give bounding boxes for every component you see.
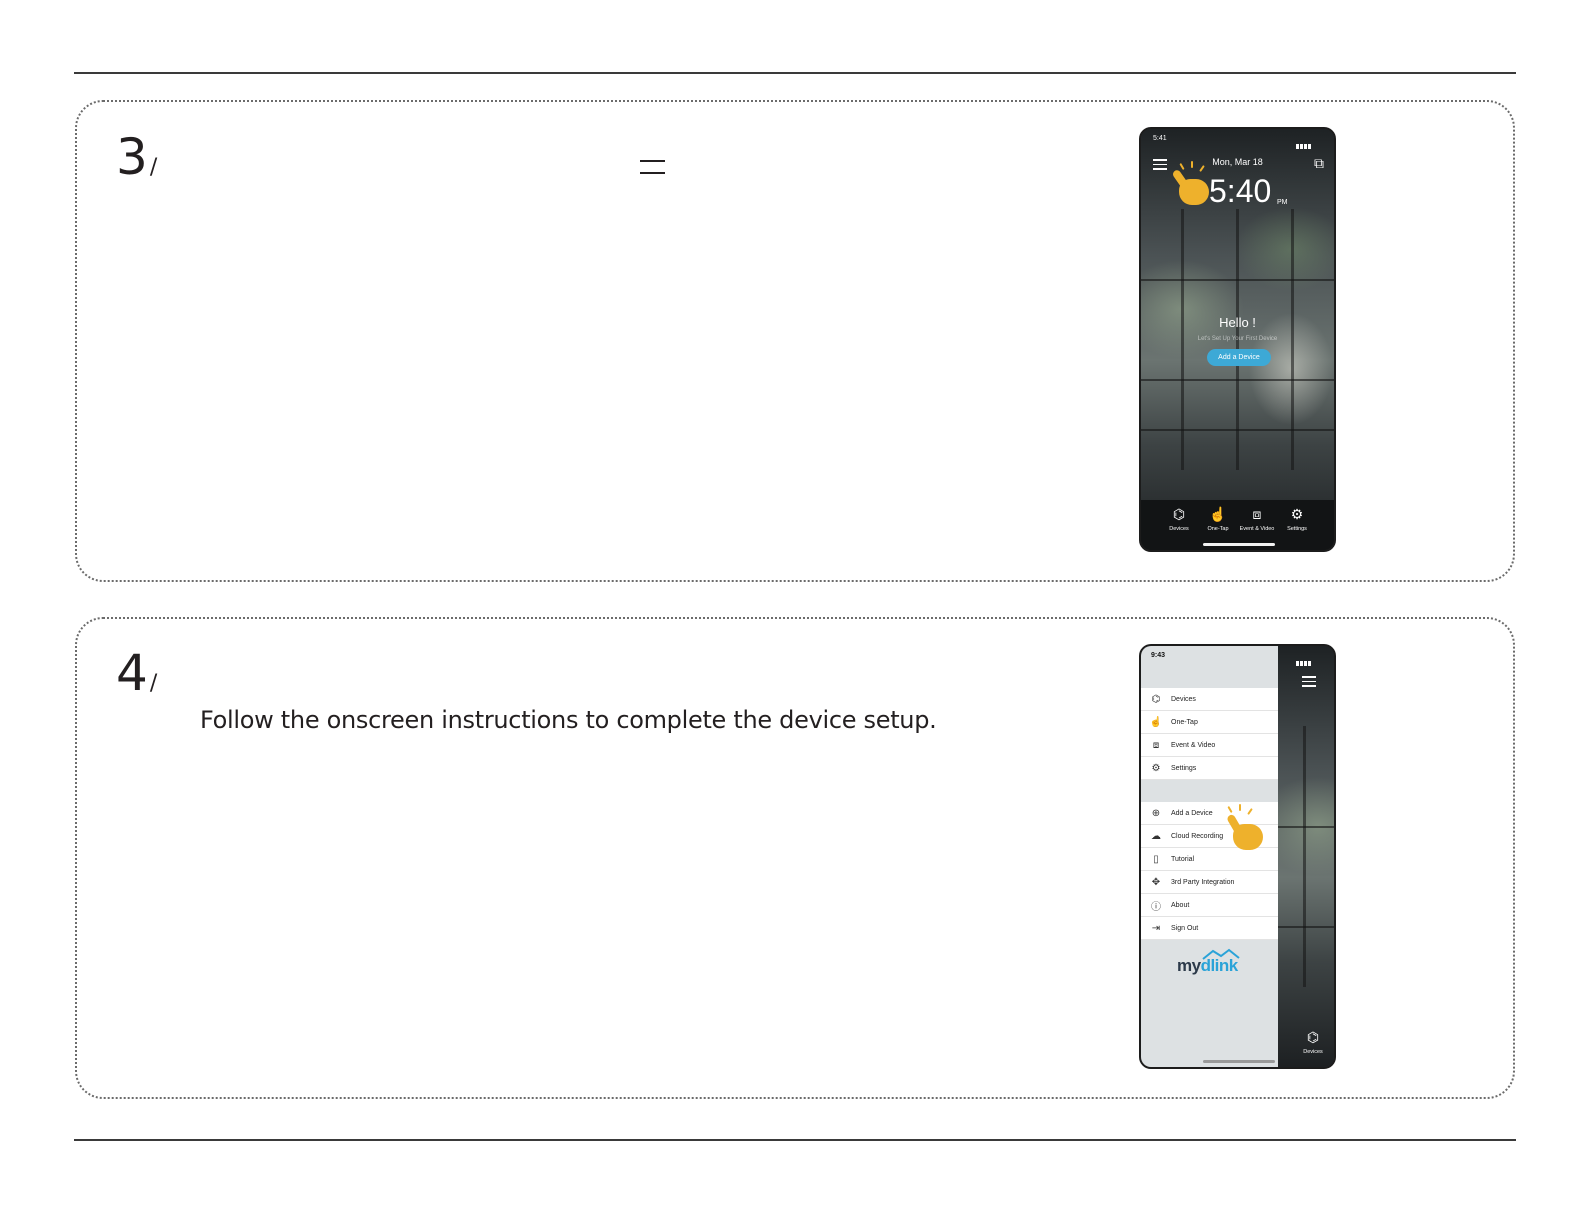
phone-menu-screen: ⌬ Devices 9:43 ⌬ Devices ☝ One-Tap ⧈ Event &… xyxy=(1139,644,1336,1069)
one-tap-icon: ☝ xyxy=(1209,506,1227,522)
handshake-icon: ✥ xyxy=(1151,876,1161,888)
tab-devices[interactable]: ⌬ Devices xyxy=(1159,506,1199,532)
top-rule xyxy=(74,72,1516,74)
mydlink-logo: mydlink xyxy=(1177,956,1238,975)
settings-icon: ⚙ xyxy=(1151,762,1161,774)
pointing-hand-icon xyxy=(1221,804,1265,854)
info-icon: ⓘ xyxy=(1151,901,1161,913)
menu-item-event-video[interactable]: ⧈ Event & Video xyxy=(1141,734,1278,757)
menu-item-3rd-party[interactable]: ✥ 3rd Party Integration xyxy=(1141,871,1278,894)
status-time: 9:43 xyxy=(1151,652,1166,659)
phone-home-screen: 5:41 ⧉ Mon, Mar 18 5:40 PM Hello ! Let's… xyxy=(1139,127,1336,552)
hamburger-menu-icon[interactable] xyxy=(1302,676,1316,690)
step-4-number: 4/ xyxy=(116,644,158,702)
devices-icon: ⌬ xyxy=(1306,1029,1320,1045)
clock-ampm: PM xyxy=(1277,199,1288,206)
devices-icon: ⌬ xyxy=(1172,506,1186,522)
background-photo: ⌬ Devices xyxy=(1278,646,1334,1067)
add-device-button[interactable]: Add a Device xyxy=(1207,349,1271,366)
hello-heading: Hello ! xyxy=(1219,315,1256,330)
tab-event-video[interactable]: ⧈ Event & Video xyxy=(1237,506,1277,532)
one-tap-icon: ☝ xyxy=(1149,716,1163,728)
menu-item-devices[interactable]: ⌬ Devices xyxy=(1141,688,1278,711)
home-indicator xyxy=(1203,543,1275,546)
event-video-icon: ⧈ xyxy=(1152,739,1160,751)
menu-item-sign-out[interactable]: ⇥ Sign Out xyxy=(1141,917,1278,940)
devices-icon: ⌬ xyxy=(1151,693,1161,705)
settings-icon: ⚙ xyxy=(1290,506,1304,522)
clock-time: 5:40 xyxy=(1209,173,1272,209)
side-drawer: 9:43 ⌬ Devices ☝ One-Tap ⧈ Event & Video ⚙ S… xyxy=(1141,646,1278,1067)
setup-subtitle: Let's Set Up Your First Device xyxy=(1197,336,1278,342)
menu-item-settings[interactable]: ⚙ Settings xyxy=(1141,757,1278,780)
event-video-icon: ⧈ xyxy=(1252,506,1262,522)
sign-out-icon: ⇥ xyxy=(1151,922,1161,934)
signal-icon xyxy=(1296,653,1324,666)
tab-devices[interactable]: ⌬ Devices xyxy=(1298,1029,1328,1055)
plus-circle-icon: ⊕ xyxy=(1151,807,1161,819)
menu-item-about[interactable]: ⓘ About xyxy=(1141,894,1278,917)
book-icon: ▯ xyxy=(1153,853,1159,865)
status-time: 5:41 xyxy=(1153,135,1167,142)
tab-one-tap[interactable]: ☝ One-Tap xyxy=(1198,506,1238,532)
bottom-rule xyxy=(74,1139,1516,1141)
pointing-hand-icon xyxy=(1169,161,1213,207)
step-3-number: 3/ xyxy=(116,128,158,186)
tab-settings[interactable]: ⚙ Settings xyxy=(1277,506,1317,532)
tab-bar: ⌬ Devices ☝ One-Tap ⧈ Event & Video ⚙ Settin… xyxy=(1141,500,1334,550)
menu-item-one-tap[interactable]: ☝ One-Tap xyxy=(1141,711,1278,734)
home-indicator xyxy=(1203,1060,1275,1063)
menu-icon xyxy=(640,160,665,174)
signal-icon xyxy=(1296,136,1324,149)
cloud-icon: ☁ xyxy=(1151,830,1161,842)
primary-menu: ⌬ Devices ☝ One-Tap ⧈ Event & Video ⚙ Settin… xyxy=(1141,688,1278,780)
step-4-instruction: Follow the onscreen instructions to comp… xyxy=(200,706,937,734)
